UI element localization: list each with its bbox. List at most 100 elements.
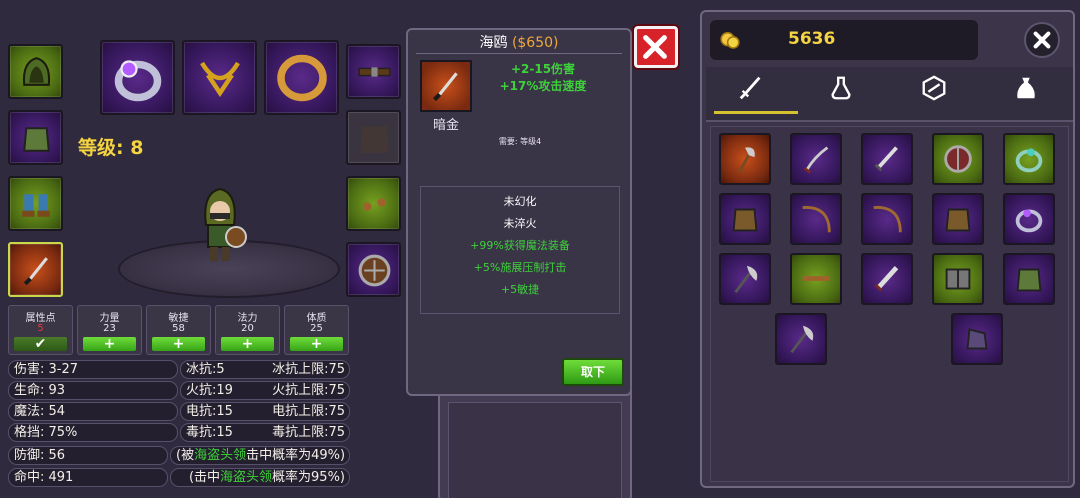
stat-value: 25: [310, 323, 323, 334]
equip-slot-armor[interactable]: [8, 110, 63, 165]
broad-sword-icon: [874, 266, 899, 292]
close-icon: [643, 35, 667, 59]
inventory-slot[interactable]: [790, 193, 842, 245]
inventory-slot[interactable]: [932, 133, 984, 185]
equip-slot-amulet[interactable]: [182, 40, 257, 115]
inventory-slot[interactable]: [719, 133, 771, 185]
equip-slot-ring-1[interactable]: [100, 40, 175, 115]
close-icon: [1033, 31, 1051, 49]
inventory-slot[interactable]: [861, 253, 913, 305]
equip-slot-weapon[interactable]: [8, 242, 63, 297]
inventory-grid: [710, 126, 1069, 482]
hit-pre: (击中: [188, 470, 221, 485]
stat-value: 58: [172, 323, 185, 334]
item-title: 海鸥 ($650): [416, 32, 622, 54]
inventory-slot[interactable]: [951, 313, 1003, 365]
attribute-points-value: 5: [37, 323, 44, 334]
chain-legs-icon: [945, 268, 971, 290]
inventory-slot[interactable]: [790, 253, 842, 305]
unequip-button[interactable]: 取下: [562, 358, 624, 386]
stat-box-agility: 敏捷 58 +: [146, 305, 211, 355]
tab-potions[interactable]: [826, 74, 856, 104]
armor-icon: [1016, 268, 1042, 292]
equip-slot-belt[interactable]: [346, 44, 401, 99]
tab-weapons[interactable]: [736, 74, 766, 104]
inventory-slot[interactable]: [719, 253, 771, 305]
lightning-res-value: 电抗:15: [186, 404, 233, 419]
gold-amount: 5636: [788, 29, 836, 49]
item-price: ($650): [511, 35, 559, 51]
inventory-close-button[interactable]: [1024, 22, 1060, 58]
leather-armor-icon: [732, 208, 758, 232]
lightning-res-cap: 电抗上限:75: [272, 404, 345, 419]
stat-cold-res: 冰抗:5 冰抗上限:75: [180, 360, 350, 379]
stat-label: 体质: [306, 313, 327, 324]
stat-poison-res: 毒抗:15 毒抗上限:75: [180, 423, 350, 442]
item-stat-speed-text: +17%攻击速度: [499, 79, 587, 93]
inventory-slot[interactable]: [861, 133, 913, 185]
add-magic-button[interactable]: +: [221, 337, 274, 351]
tooltip-close-button[interactable]: [634, 26, 678, 68]
inventory-slot[interactable]: [790, 133, 842, 185]
stat-label: 法力: [237, 313, 258, 324]
stat-fire-res: 火抗:19 火抗上限:75: [180, 381, 350, 400]
gold-ring-icon: [277, 54, 327, 102]
fire-res-value: 火抗:19: [186, 383, 233, 398]
add-agility-button[interactable]: +: [152, 337, 205, 351]
item-unenchanted: 未幻化: [503, 195, 537, 208]
equip-slot-ring-2[interactable]: [264, 40, 339, 115]
add-vitality-button[interactable]: +: [290, 337, 343, 351]
stat-life: 生命: 93: [8, 381, 178, 400]
potion-icon: [831, 76, 851, 100]
inventory-slot[interactable]: [719, 193, 771, 245]
cloak-icon: [360, 126, 389, 153]
inventory-slot[interactable]: [1003, 253, 1055, 305]
equip-slot-head[interactable]: [8, 44, 63, 99]
tab-materials[interactable]: [1011, 74, 1041, 104]
shield-icon: [358, 254, 391, 287]
armor-icon: [23, 127, 50, 152]
item-icon-slot: [420, 60, 472, 112]
amulet-icon: [200, 61, 240, 98]
item-stat-damage: +2-15伤害: [510, 62, 576, 76]
stat-box-magic: 法力 20 +: [215, 305, 280, 355]
poison-res-cap: 毒抗上限:75: [272, 425, 345, 440]
bow-icon: [802, 206, 831, 233]
battle-axe-icon: [734, 265, 758, 294]
inventory-slot[interactable]: [1003, 193, 1055, 245]
stat-box-vitality: 体质 25 +: [284, 305, 349, 355]
stat-accuracy: 命中: 491: [8, 468, 168, 487]
inventory-slot[interactable]: [932, 253, 984, 305]
inventory-slot[interactable]: [1003, 133, 1055, 185]
ring-icon: [1015, 148, 1043, 173]
hand-axe-icon: [738, 147, 755, 173]
gem-icon: [922, 75, 946, 101]
gloves-icon: [363, 198, 386, 211]
confirm-attributes-button[interactable]: ✔: [14, 337, 67, 351]
belt-icon: [802, 276, 830, 281]
equip-slot-boots[interactable]: [8, 176, 63, 231]
bow-icon: [873, 206, 902, 233]
stat-box-strength: 力量 23 +: [77, 305, 142, 355]
hit-chance: (击中海盗头领概率为95%): [170, 468, 350, 487]
item-requirement: 需要: 等级4: [498, 137, 542, 146]
attribute-points-label: 属性点: [25, 313, 56, 324]
item-properties-box: 未幻化 未淬火 +99%获得魔法装备 +5%施展压制打击 +5敏捷: [420, 186, 620, 314]
item-bonus-agility: +5敏捷: [500, 283, 540, 296]
inventory-slot[interactable]: [775, 313, 827, 365]
add-strength-button[interactable]: +: [83, 337, 136, 351]
equip-slot-cloak[interactable]: [346, 110, 401, 165]
dodge-post: 击中概率为49%): [246, 448, 346, 463]
tab-gems[interactable]: [919, 74, 949, 104]
hero-character-icon: [204, 187, 247, 261]
inventory-slot[interactable]: [932, 193, 984, 245]
dodge-chance: (被海盗头领击中概率为49%): [170, 446, 350, 465]
inventory-panel: 5636: [700, 10, 1075, 488]
equip-slot-gloves[interactable]: [346, 176, 401, 231]
item-stat-speed: +17%攻击速度: [478, 77, 608, 94]
inventory-slot[interactable]: [861, 193, 913, 245]
stat-block: 格挡: 75%: [8, 423, 178, 442]
equip-slot-shield[interactable]: [346, 242, 401, 297]
enemy-name: 海盗头领: [194, 448, 247, 463]
attribute-points-box: 属性点 5 ✔: [8, 305, 73, 355]
